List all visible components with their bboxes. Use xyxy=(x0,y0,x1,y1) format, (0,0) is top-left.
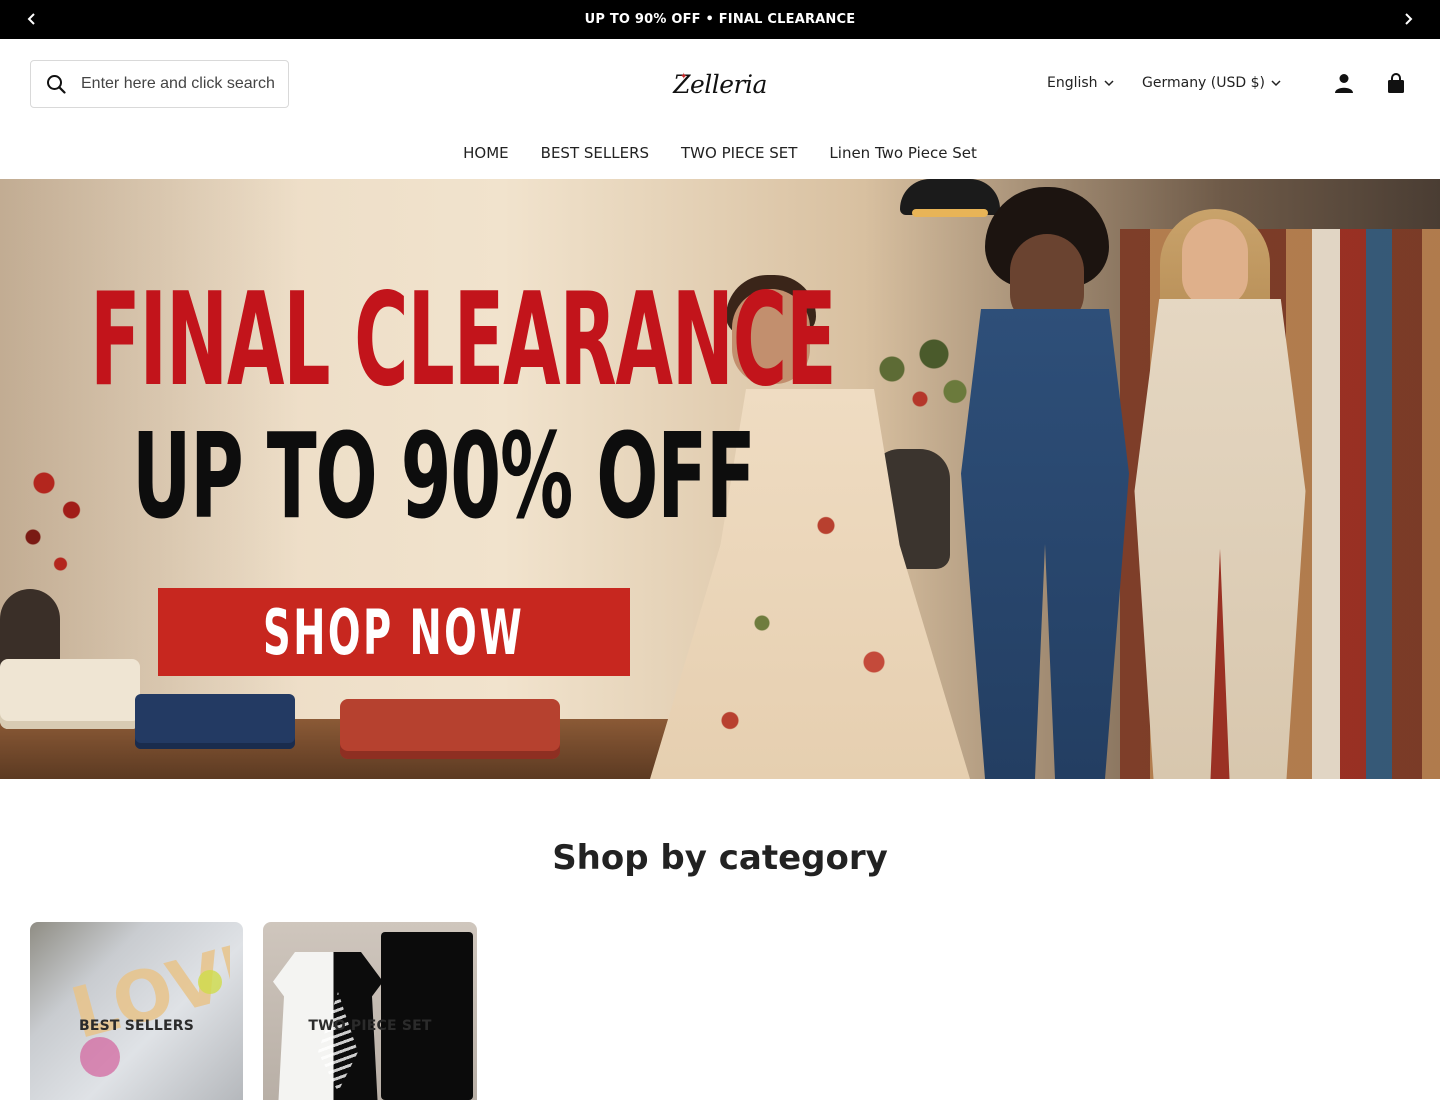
model-2-denim-jumpsuit xyxy=(961,309,1129,779)
category-image-pants xyxy=(381,932,473,1100)
main-nav: HOME BEST SELLERS TWO PIECE SET Linen Tw… xyxy=(0,138,1440,168)
shop-now-button[interactable]: SHOP NOW xyxy=(158,588,630,676)
section-title: Shop by category xyxy=(552,838,888,878)
hero-folded-jeans xyxy=(135,694,295,749)
announcement-bar: UP TO 90% OFF • FINAL CLEARANCE xyxy=(0,0,1440,39)
category-card-two-piece-set[interactable]: TWO PIECE SET xyxy=(263,922,477,1100)
shop-now-label: SHOP NOW xyxy=(263,595,525,669)
shopping-bag-icon[interactable] xyxy=(1385,72,1407,94)
hero-folded-sweater xyxy=(0,659,140,729)
category-card-best-sellers[interactable]: LOVE BEST SELLERS xyxy=(30,922,243,1100)
hero-headline: FINAL CLEARANCE UP TO 90% OFF xyxy=(90,266,837,545)
svg-text:LOVE: LOVE xyxy=(63,942,230,1055)
hero-title: FINAL CLEARANCE xyxy=(90,266,837,415)
announcement-text: UP TO 90% OFF • FINAL CLEARANCE xyxy=(584,12,856,27)
hero-folded-red-top xyxy=(340,699,560,759)
model-3-head xyxy=(1182,219,1248,307)
category-label: BEST SELLERS xyxy=(78,1018,195,1034)
search-box[interactable] xyxy=(30,60,289,108)
language-label: English xyxy=(1047,75,1098,91)
category-label: TWO PIECE SET xyxy=(308,1018,432,1034)
nav-item-two-piece-set[interactable]: TWO PIECE SET xyxy=(681,138,797,168)
hero-subtitle: UP TO 90% OFF xyxy=(132,407,756,545)
chevron-down-icon xyxy=(1271,78,1281,88)
site-logo[interactable]: ✦ Zelleria xyxy=(650,64,790,104)
chevron-left-icon[interactable] xyxy=(22,9,42,29)
country-label: Germany (USD $) xyxy=(1142,75,1265,91)
country-selector[interactable]: Germany (USD $) xyxy=(1142,72,1281,94)
nav-item-best-sellers[interactable]: BEST SELLERS xyxy=(541,138,649,168)
nav-item-linen-two-piece-set[interactable]: Linen Two Piece Set xyxy=(829,138,976,168)
hero-banner[interactable]: FINAL CLEARANCE UP TO 90% OFF SHOP NOW xyxy=(0,179,1440,779)
search-input[interactable] xyxy=(81,75,281,93)
logo-star-icon: ✦ xyxy=(680,71,688,81)
hero-lamp-glow xyxy=(912,209,988,217)
chevron-right-icon[interactable] xyxy=(1398,9,1418,29)
nav-item-home[interactable]: HOME xyxy=(463,138,509,168)
search-icon[interactable] xyxy=(45,73,67,95)
user-icon[interactable] xyxy=(1333,72,1355,94)
chevron-down-icon xyxy=(1104,78,1114,88)
language-selector[interactable]: English xyxy=(1047,72,1114,94)
category-image-best-sellers: LOVE xyxy=(63,942,230,1077)
